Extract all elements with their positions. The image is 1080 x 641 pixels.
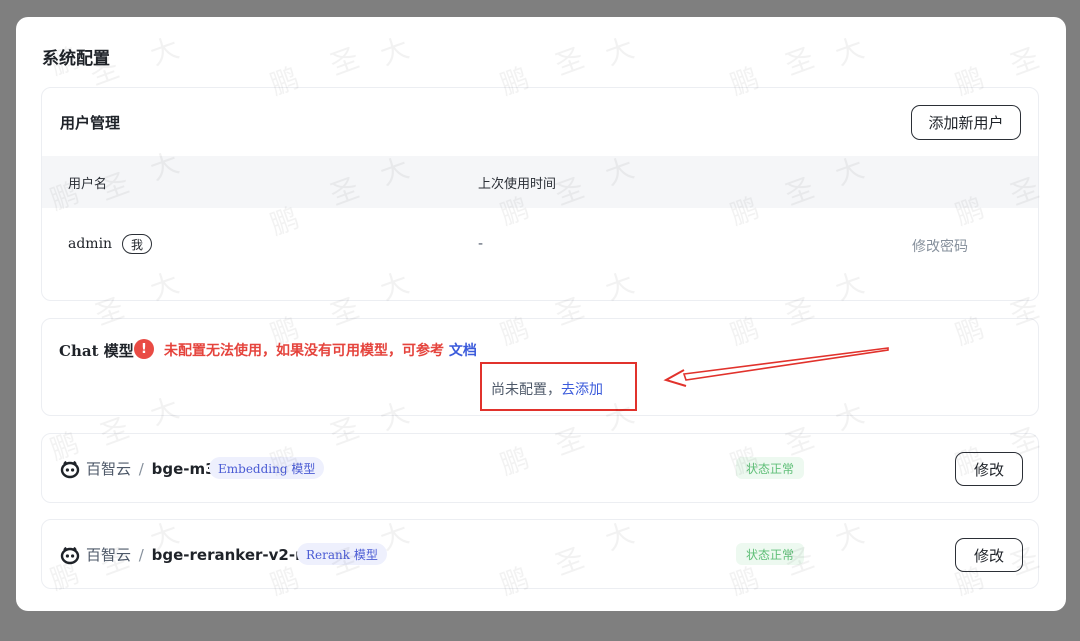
provider-name: 百智云	[86, 546, 132, 564]
user-management-title: 用户管理	[60, 114, 121, 132]
model-card-bge-m3: 百智云 / bge-m3 Embedding 模型 状态正常 修改	[41, 433, 1039, 503]
model-name: bge-m3	[151, 460, 216, 478]
not-configured-text: 尚未配置，去添加	[491, 379, 603, 399]
warning-message: 未配置无法使用，如果没有可用模型，可参考	[164, 343, 444, 359]
baizhiyun-logo-icon	[60, 546, 80, 565]
status-badge: 状态正常	[736, 543, 804, 565]
table-row: admin 我 - 修改密码	[42, 208, 1038, 283]
not-configured-label: 尚未配置，	[491, 382, 561, 398]
column-header-last-used: 上次使用时间	[478, 177, 557, 192]
provider-and-model: 百智云 / bge-m3	[86, 458, 216, 479]
warning-icon: !	[134, 339, 154, 359]
model-card-bge-reranker: 百智云 / bge-reranker-v2-m3 Rerank 模型 状态正常 …	[41, 519, 1039, 589]
model-type-tag: Rerank 模型	[297, 543, 387, 565]
status-badge: 状态正常	[736, 457, 804, 479]
users-table-header: 用户名 上次使用时间	[42, 156, 1038, 208]
docs-link[interactable]: 文档	[449, 343, 477, 359]
change-password-link[interactable]: 修改密码	[912, 236, 968, 256]
add-model-link[interactable]: 去添加	[561, 382, 603, 398]
model-name: bge-reranker-v2-m3	[151, 546, 322, 564]
last-used-cell: -	[478, 236, 484, 252]
me-badge: 我	[122, 234, 152, 254]
baizhiyun-logo-icon	[60, 460, 80, 479]
chat-model-label: Chat 模型	[59, 342, 134, 360]
username-cell: admin	[68, 236, 113, 252]
system-config-modal: 系统配置 用户管理 添加新用户 用户名 上次使用时间 admin 我 - 修改密…	[16, 17, 1066, 611]
provider-and-model: 百智云 / bge-reranker-v2-m3	[86, 544, 321, 565]
edit-model-button[interactable]: 修改	[955, 538, 1023, 572]
add-user-button[interactable]: 添加新用户	[911, 105, 1021, 140]
model-type-tag: Embedding 模型	[209, 457, 325, 479]
column-header-username: 用户名	[68, 177, 108, 192]
separator: /	[138, 546, 144, 564]
page-title: 系统配置	[42, 49, 110, 69]
edit-model-button[interactable]: 修改	[955, 452, 1023, 486]
warning-text: 未配置无法使用，如果没有可用模型，可参考 文档	[164, 340, 477, 360]
separator: /	[138, 460, 144, 478]
provider-name: 百智云	[86, 460, 132, 478]
user-management-card: 用户管理 添加新用户 用户名 上次使用时间 admin 我 - 修改密码	[41, 87, 1039, 301]
